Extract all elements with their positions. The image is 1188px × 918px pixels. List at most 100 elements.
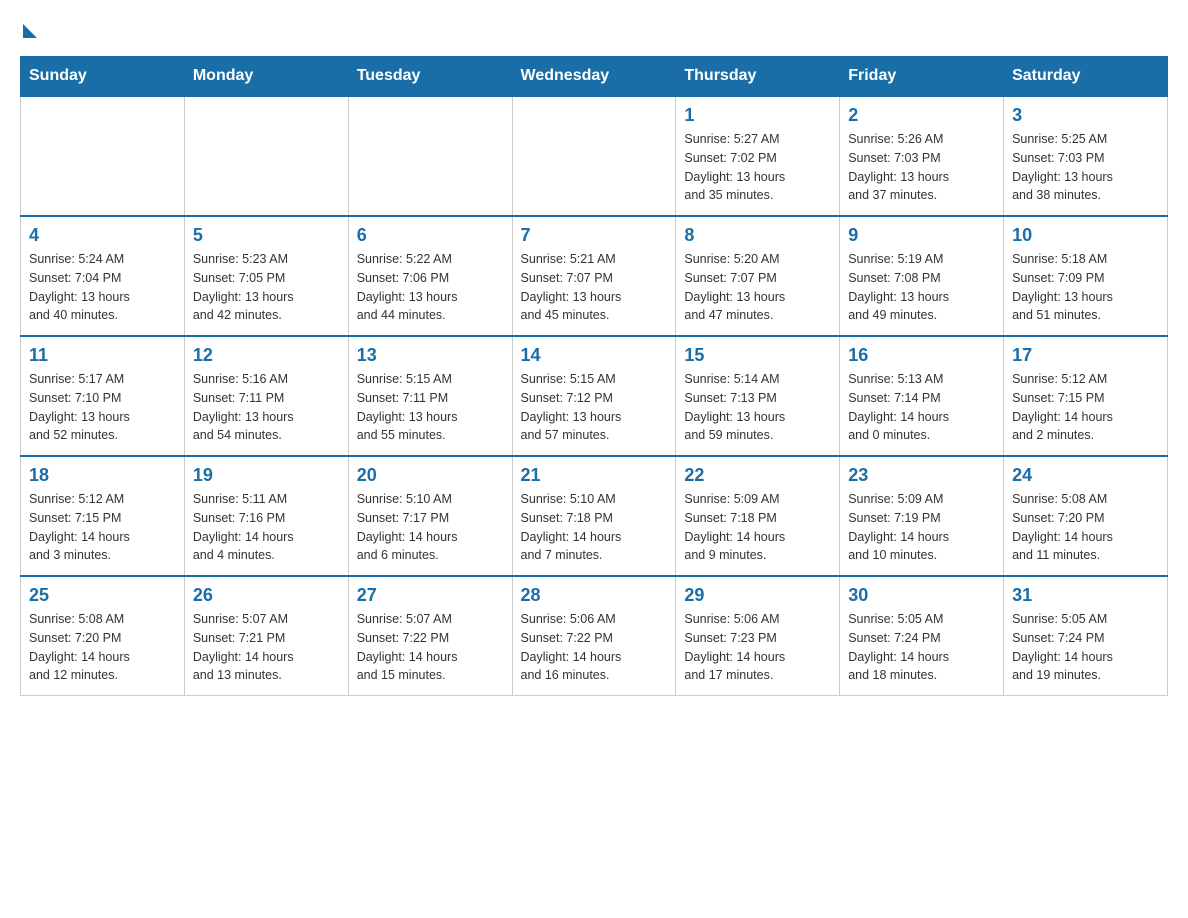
day-info: Sunrise: 5:08 AM Sunset: 7:20 PM Dayligh… — [29, 610, 176, 685]
week-row-3: 11 Sunrise: 5:17 AM Sunset: 7:10 PM Dayli… — [21, 336, 1168, 456]
day-info: Sunrise: 5:10 AM Sunset: 7:18 PM Dayligh… — [521, 490, 668, 565]
day-number: 27 — [357, 585, 504, 606]
calendar-cell: 2Sunrise: 5:26 AM Sunset: 7:03 PM Daylig… — [840, 96, 1004, 216]
weekday-header-monday: Monday — [184, 57, 348, 97]
week-row-5: 25 Sunrise: 5:08 AM Sunset: 7:20 PM Dayli… — [21, 576, 1168, 696]
week-row-1: 1 Sunrise: 5:27 AM Sunset: 7:02 PM Daylig… — [21, 96, 1168, 216]
day-number: 11 — [29, 345, 176, 366]
day-info: Sunrise: 5:06 AM Sunset: 7:22 PM Dayligh… — [521, 610, 668, 685]
calendar-cell: 1 Sunrise: 5:27 AM Sunset: 7:02 PM Daylig… — [676, 96, 840, 216]
calendar-cell: 17 Sunrise: 5:12 AM Sunset: 7:15 PM Dayli… — [1004, 336, 1168, 456]
day-number: 16 — [848, 345, 995, 366]
day-info: Sunrise: 5:12 AM Sunset: 7:15 PM Dayligh… — [1012, 370, 1159, 445]
day-number: 17 — [1012, 345, 1159, 366]
day-number: 5 — [193, 225, 340, 246]
week-row-2: 4 Sunrise: 5:24 AM Sunset: 7:04 PM Daylig… — [21, 216, 1168, 336]
calendar-cell: 23 Sunrise: 5:09 AM Sunset: 7:19 PM Dayli… — [840, 456, 1004, 576]
calendar-cell: 28 Sunrise: 5:06 AM Sunset: 7:22 PM Dayli… — [512, 576, 676, 696]
calendar-header-row: SundayMondayTuesdayWednesdayThursdayFrid… — [21, 57, 1168, 97]
calendar-cell — [348, 96, 512, 216]
calendar-cell: 9Sunrise: 5:19 AM Sunset: 7:08 PM Daylig… — [840, 216, 1004, 336]
day-number: 18 — [29, 465, 176, 486]
day-number: 13 — [357, 345, 504, 366]
day-info: Sunrise: 5:25 AM Sunset: 7:03 PM Dayligh… — [1012, 130, 1159, 205]
weekday-header-saturday: Saturday — [1004, 57, 1168, 97]
day-number: 30 — [848, 585, 995, 606]
calendar-cell: 22 Sunrise: 5:09 AM Sunset: 7:18 PM Dayli… — [676, 456, 840, 576]
day-number: 29 — [684, 585, 831, 606]
day-number: 20 — [357, 465, 504, 486]
day-info: Sunrise: 5:05 AM Sunset: 7:24 PM Dayligh… — [1012, 610, 1159, 685]
day-number: 12 — [193, 345, 340, 366]
logo — [20, 20, 37, 36]
calendar-cell: 4 Sunrise: 5:24 AM Sunset: 7:04 PM Daylig… — [21, 216, 185, 336]
calendar-cell: 26Sunrise: 5:07 AM Sunset: 7:21 PM Dayli… — [184, 576, 348, 696]
calendar-table: SundayMondayTuesdayWednesdayThursdayFrid… — [20, 56, 1168, 696]
day-info: Sunrise: 5:12 AM Sunset: 7:15 PM Dayligh… — [29, 490, 176, 565]
day-info: Sunrise: 5:13 AM Sunset: 7:14 PM Dayligh… — [848, 370, 995, 445]
weekday-header-tuesday: Tuesday — [348, 57, 512, 97]
calendar-cell: 3 Sunrise: 5:25 AM Sunset: 7:03 PM Daylig… — [1004, 96, 1168, 216]
calendar-cell: 15 Sunrise: 5:14 AM Sunset: 7:13 PM Dayli… — [676, 336, 840, 456]
day-info: Sunrise: 5:09 AM Sunset: 7:18 PM Dayligh… — [684, 490, 831, 565]
calendar-cell: 10 Sunrise: 5:18 AM Sunset: 7:09 PM Dayli… — [1004, 216, 1168, 336]
calendar-cell: 27Sunrise: 5:07 AM Sunset: 7:22 PM Dayli… — [348, 576, 512, 696]
week-row-4: 18 Sunrise: 5:12 AM Sunset: 7:15 PM Dayli… — [21, 456, 1168, 576]
day-number: 22 — [684, 465, 831, 486]
day-info: Sunrise: 5:21 AM Sunset: 7:07 PM Dayligh… — [521, 250, 668, 325]
day-number: 9 — [848, 225, 995, 246]
day-info: Sunrise: 5:24 AM Sunset: 7:04 PM Dayligh… — [29, 250, 176, 325]
calendar-cell — [21, 96, 185, 216]
day-info: Sunrise: 5:22 AM Sunset: 7:06 PM Dayligh… — [357, 250, 504, 325]
calendar-cell — [184, 96, 348, 216]
day-number: 25 — [29, 585, 176, 606]
calendar-cell: 24Sunrise: 5:08 AM Sunset: 7:20 PM Dayli… — [1004, 456, 1168, 576]
day-info: Sunrise: 5:08 AM Sunset: 7:20 PM Dayligh… — [1012, 490, 1159, 565]
calendar-cell — [512, 96, 676, 216]
day-number: 8 — [684, 225, 831, 246]
day-info: Sunrise: 5:20 AM Sunset: 7:07 PM Dayligh… — [684, 250, 831, 325]
day-number: 19 — [193, 465, 340, 486]
calendar-cell: 6Sunrise: 5:22 AM Sunset: 7:06 PM Daylig… — [348, 216, 512, 336]
day-info: Sunrise: 5:18 AM Sunset: 7:09 PM Dayligh… — [1012, 250, 1159, 325]
weekday-header-wednesday: Wednesday — [512, 57, 676, 97]
logo-arrow-icon — [23, 24, 37, 38]
day-number: 14 — [521, 345, 668, 366]
day-info: Sunrise: 5:16 AM Sunset: 7:11 PM Dayligh… — [193, 370, 340, 445]
calendar-cell: 12 Sunrise: 5:16 AM Sunset: 7:11 PM Dayli… — [184, 336, 348, 456]
day-info: Sunrise: 5:27 AM Sunset: 7:02 PM Dayligh… — [684, 130, 831, 205]
day-number: 28 — [521, 585, 668, 606]
day-number: 10 — [1012, 225, 1159, 246]
weekday-header-friday: Friday — [840, 57, 1004, 97]
day-info: Sunrise: 5:23 AM Sunset: 7:05 PM Dayligh… — [193, 250, 340, 325]
weekday-header-sunday: Sunday — [21, 57, 185, 97]
calendar-cell: 7Sunrise: 5:21 AM Sunset: 7:07 PM Daylig… — [512, 216, 676, 336]
calendar-cell: 18 Sunrise: 5:12 AM Sunset: 7:15 PM Dayli… — [21, 456, 185, 576]
calendar-cell: 13 Sunrise: 5:15 AM Sunset: 7:11 PM Dayli… — [348, 336, 512, 456]
day-number: 15 — [684, 345, 831, 366]
calendar-cell: 31 Sunrise: 5:05 AM Sunset: 7:24 PM Dayli… — [1004, 576, 1168, 696]
day-number: 3 — [1012, 105, 1159, 126]
calendar-cell: 16 Sunrise: 5:13 AM Sunset: 7:14 PM Dayli… — [840, 336, 1004, 456]
day-number: 31 — [1012, 585, 1159, 606]
day-number: 23 — [848, 465, 995, 486]
day-number: 26 — [193, 585, 340, 606]
day-number: 1 — [684, 105, 831, 126]
day-info: Sunrise: 5:05 AM Sunset: 7:24 PM Dayligh… — [848, 610, 995, 685]
calendar-cell: 14 Sunrise: 5:15 AM Sunset: 7:12 PM Dayli… — [512, 336, 676, 456]
day-info: Sunrise: 5:17 AM Sunset: 7:10 PM Dayligh… — [29, 370, 176, 445]
day-info: Sunrise: 5:15 AM Sunset: 7:12 PM Dayligh… — [521, 370, 668, 445]
day-info: Sunrise: 5:26 AM Sunset: 7:03 PM Dayligh… — [848, 130, 995, 205]
calendar-cell: 21Sunrise: 5:10 AM Sunset: 7:18 PM Dayli… — [512, 456, 676, 576]
day-info: Sunrise: 5:15 AM Sunset: 7:11 PM Dayligh… — [357, 370, 504, 445]
weekday-header-thursday: Thursday — [676, 57, 840, 97]
calendar-cell: 20 Sunrise: 5:10 AM Sunset: 7:17 PM Dayli… — [348, 456, 512, 576]
calendar-cell: 11 Sunrise: 5:17 AM Sunset: 7:10 PM Dayli… — [21, 336, 185, 456]
day-info: Sunrise: 5:14 AM Sunset: 7:13 PM Dayligh… — [684, 370, 831, 445]
day-info: Sunrise: 5:10 AM Sunset: 7:17 PM Dayligh… — [357, 490, 504, 565]
page-header — [20, 20, 1168, 36]
day-number: 4 — [29, 225, 176, 246]
calendar-cell: 19Sunrise: 5:11 AM Sunset: 7:16 PM Dayli… — [184, 456, 348, 576]
calendar-cell: 29Sunrise: 5:06 AM Sunset: 7:23 PM Dayli… — [676, 576, 840, 696]
day-info: Sunrise: 5:09 AM Sunset: 7:19 PM Dayligh… — [848, 490, 995, 565]
